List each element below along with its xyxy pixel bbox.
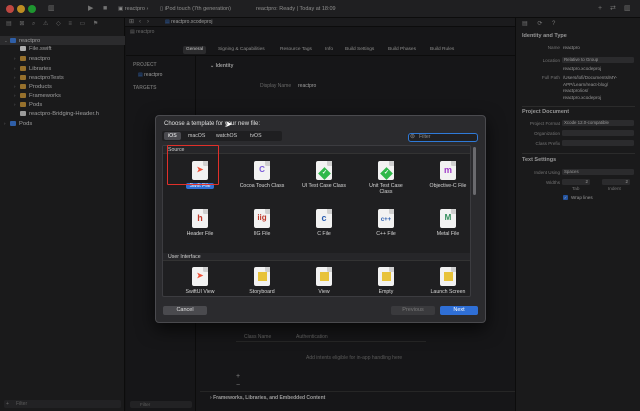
unit-test-case-icon: ✓: [378, 161, 394, 180]
template-label: Storyboard: [249, 289, 275, 295]
template-view[interactable]: View: [300, 267, 348, 296]
launch-screen-icon: [440, 267, 456, 286]
template-c-file[interactable]: c C File: [300, 209, 348, 253]
template-unit-test-case[interactable]: ✓ Unit Test Case Class: [362, 161, 410, 205]
platform-watchos[interactable]: watchOS: [212, 132, 241, 140]
platform-tvos[interactable]: tvOS: [246, 132, 266, 140]
template-label: View: [318, 289, 330, 295]
template-grid-scrollbar[interactable]: [473, 147, 476, 195]
template-label: UI Test Case Class: [301, 183, 346, 189]
objective-c-icon: m: [440, 161, 456, 180]
template-row: ➤ SwiftUI View Storyboard View Empty Launch S…: [163, 264, 470, 296]
platform-ios[interactable]: iOS: [164, 132, 181, 140]
metal-file-icon: M: [440, 209, 456, 228]
next-button[interactable]: Next: [440, 306, 478, 315]
iig-file-icon: iig: [254, 209, 270, 228]
template-iig-file[interactable]: iig IIG File: [238, 209, 286, 253]
template-row: h Header File iig IIG File c C File c++ C++ Fil…: [163, 206, 470, 253]
template-label: C File: [317, 231, 331, 237]
template-swiftui-view[interactable]: ➤ SwiftUI View: [176, 267, 224, 296]
c-file-icon: c: [316, 209, 332, 228]
annotation-highlight-box: [167, 145, 219, 185]
template-metal-file[interactable]: M Metal File: [424, 209, 470, 253]
template-filter-input[interactable]: Filter: [408, 133, 478, 142]
template-label: Objective-C File: [429, 183, 467, 189]
template-label: Metal File: [436, 231, 460, 237]
xcode-window: ▥ ▶ ■ ▣ reactpro › ▯ iPod touch (7th gen…: [0, 0, 640, 411]
template-label: Launch Screen: [430, 289, 466, 295]
template-empty-file[interactable]: Empty: [362, 267, 410, 296]
ui-test-case-icon: ✓: [316, 161, 332, 180]
template-cocoa-touch-class[interactable]: C Cocoa Touch Class: [238, 161, 286, 205]
template-launch-screen[interactable]: Launch Screen: [424, 267, 470, 296]
cocoa-touch-class-icon: C: [254, 161, 270, 180]
header-file-icon: h: [192, 209, 208, 228]
template-objective-c[interactable]: m Objective-C File: [424, 161, 470, 205]
template-ui-test-case[interactable]: ✓ UI Test Case Class: [300, 161, 348, 205]
template-storyboard[interactable]: Storyboard: [238, 267, 286, 296]
cpp-file-icon: c++: [378, 209, 394, 228]
filter-icon: ⊜: [410, 134, 416, 140]
sheet-title: Choose a template for your new file:: [164, 121, 261, 127]
previous-button[interactable]: Previous: [391, 306, 435, 315]
mouse-cursor-icon: ➤: [225, 119, 233, 129]
template-label: IIG File: [253, 231, 271, 237]
template-label: Empty: [378, 289, 394, 295]
template-label: Unit Test Case Class: [369, 183, 403, 195]
platform-macos[interactable]: macOS: [184, 132, 209, 140]
empty-file-icon: [378, 267, 394, 286]
template-cpp-file[interactable]: c++ C++ File: [362, 209, 410, 253]
swiftui-view-icon: ➤: [192, 267, 208, 286]
section-user-interface-header: User Interface: [163, 253, 470, 261]
storyboard-icon: [254, 267, 270, 286]
template-label: Header File: [186, 231, 214, 237]
template-label: C++ File: [376, 231, 396, 237]
cancel-button[interactable]: Cancel: [163, 306, 207, 315]
template-label: SwiftUI View: [185, 289, 215, 295]
view-icon: [316, 267, 332, 286]
template-label: Cocoa Touch Class: [239, 183, 285, 189]
template-header-file[interactable]: h Header File: [176, 209, 224, 253]
